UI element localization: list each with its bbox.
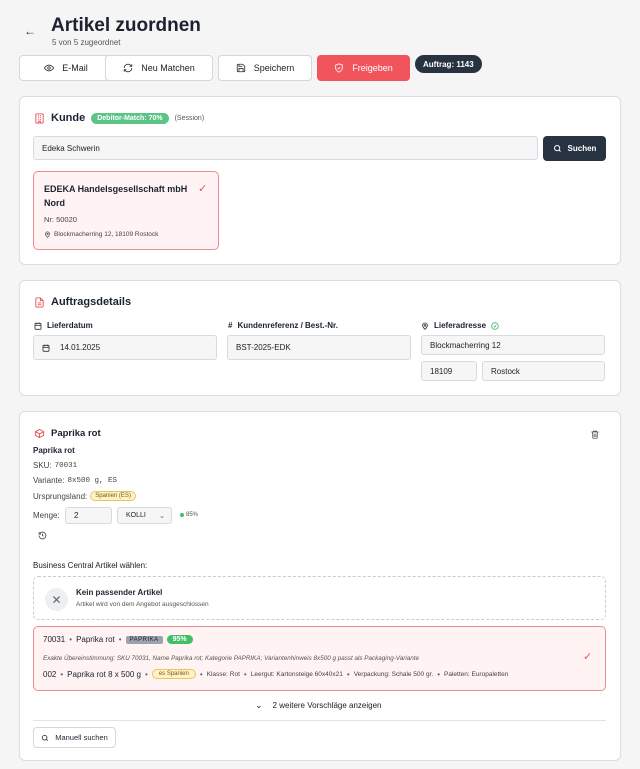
city-input[interactable]: Rostock [482,361,605,381]
calendar-icon [34,322,42,330]
new-match-button[interactable]: Neu Matchen [105,55,213,81]
hash-icon: # [228,321,233,330]
street-input[interactable]: Blockmacherring 12 [421,335,605,355]
unit-select[interactable]: KOLLI ⌄ [117,507,172,524]
calendar-icon [42,344,50,352]
article-section-title: Paprika rot [34,428,101,439]
customer-name-line2: Nord [44,198,65,208]
save-icon [236,63,245,73]
refresh-icon [124,63,133,73]
green-dot-icon [180,513,184,517]
article-origin: Ursprungsland: Spanien (ES) [33,491,136,501]
customer-section-title: Kunde Debitor-Match: 70% (Session) [34,112,204,124]
no-match-title: Kein passender Artikel [76,588,163,597]
check-circle-icon [491,321,499,330]
article-match-option[interactable]: 70031 • Paprika rot • PAPRIKA 95% Exakte… [33,626,606,691]
customer-search-input[interactable]: Edeka Schwerin [33,136,538,160]
reference-input[interactable]: BST-2025-EDK [227,335,411,360]
check-icon: ✓ [583,651,593,663]
article-name: Paprika rot [33,446,75,455]
page-subtitle: 5 von 5 zugeordnet [52,38,121,47]
customer-name-line1: EDEKA Handelsgesellschaft mbH [44,184,188,194]
article-variant: Variante: 8x500 g, ES [33,476,117,485]
customer-number: Nr: 50020 [44,215,77,224]
delivery-date-input[interactable]: 14.01.2025 [33,335,217,360]
no-matching-article-option[interactable]: ✕ Kein passender Artikel Artikel wird vo… [33,576,606,620]
building-icon [35,112,44,124]
release-button[interactable]: Freigeben [317,55,410,81]
more-suggestions-toggle[interactable]: ⌄ 2 weitere Vorschläge anzeigen [255,700,382,711]
back-arrow-icon[interactable]: ← [24,24,36,38]
order-section-title: Auftragsdetails [34,296,131,308]
close-icon: ✕ [45,588,68,611]
match-variant-row: 002 • Paprika rot 8 x 500 g • es Spanien… [43,669,509,679]
confidence-indicator: 85% [180,512,198,518]
zip-input[interactable]: 18109 [421,361,477,381]
delivery-date-label: Lieferdatum [34,321,93,330]
delivery-address-label: Lieferadresse [421,321,499,330]
history-icon[interactable] [38,531,47,542]
document-icon [35,296,44,308]
bc-article-label: Business Central Artikel wählen: [33,561,148,570]
manual-search-button[interactable]: Manuell suchen [33,727,116,748]
chevron-down-icon: ⌄ [159,512,165,520]
order-badge: Auftrag: 1143 [415,55,482,73]
map-pin-icon [45,231,50,238]
origin-badge: Spanien (ES) [90,491,136,501]
eye-icon [44,64,55,72]
save-button[interactable]: Speichern [218,55,312,81]
chevron-down-icon: ⌄ [255,700,263,710]
check-icon: ✓ [198,183,208,195]
package-icon [34,428,45,439]
email-button[interactable]: E-Mail [19,55,113,81]
page-title: Artikel zuordnen [51,15,201,36]
category-tag: PAPRIKA [125,635,163,644]
article-sku: SKU: 70031 [33,461,78,470]
customer-search-button[interactable]: Suchen [543,136,606,161]
qty-input[interactable]: 2 [65,507,112,524]
search-icon [553,145,561,152]
map-pin-icon [422,322,428,330]
reference-label: # Kundenreferenz / Best.-Nr. [228,321,338,330]
debitor-match-badge: Debitor-Match: 70% [91,112,169,124]
match-header: 70031 • Paprika rot • PAPRIKA 95% [43,635,193,644]
customer-address: Blockmacherring 12, 18109 Rostock [44,231,158,238]
match-reason: Exakte Übereinstimmung: SKU 70031, Name … [43,655,420,662]
divider [33,720,606,721]
selected-customer-card[interactable]: EDEKA Handelsgesellschaft mbH Nord ✓ Nr:… [33,171,219,250]
variant-origin-badge: es Spanien [151,669,196,679]
session-label: (Session) [174,114,205,122]
search-icon [42,734,49,741]
trash-icon[interactable] [590,429,600,442]
qty-label: Menge: [33,511,60,520]
shield-check-icon [335,63,343,73]
match-percent-badge: 95% [166,635,193,644]
no-match-subtitle: Artikel wird von dem Angebot ausgeschlos… [76,601,209,608]
